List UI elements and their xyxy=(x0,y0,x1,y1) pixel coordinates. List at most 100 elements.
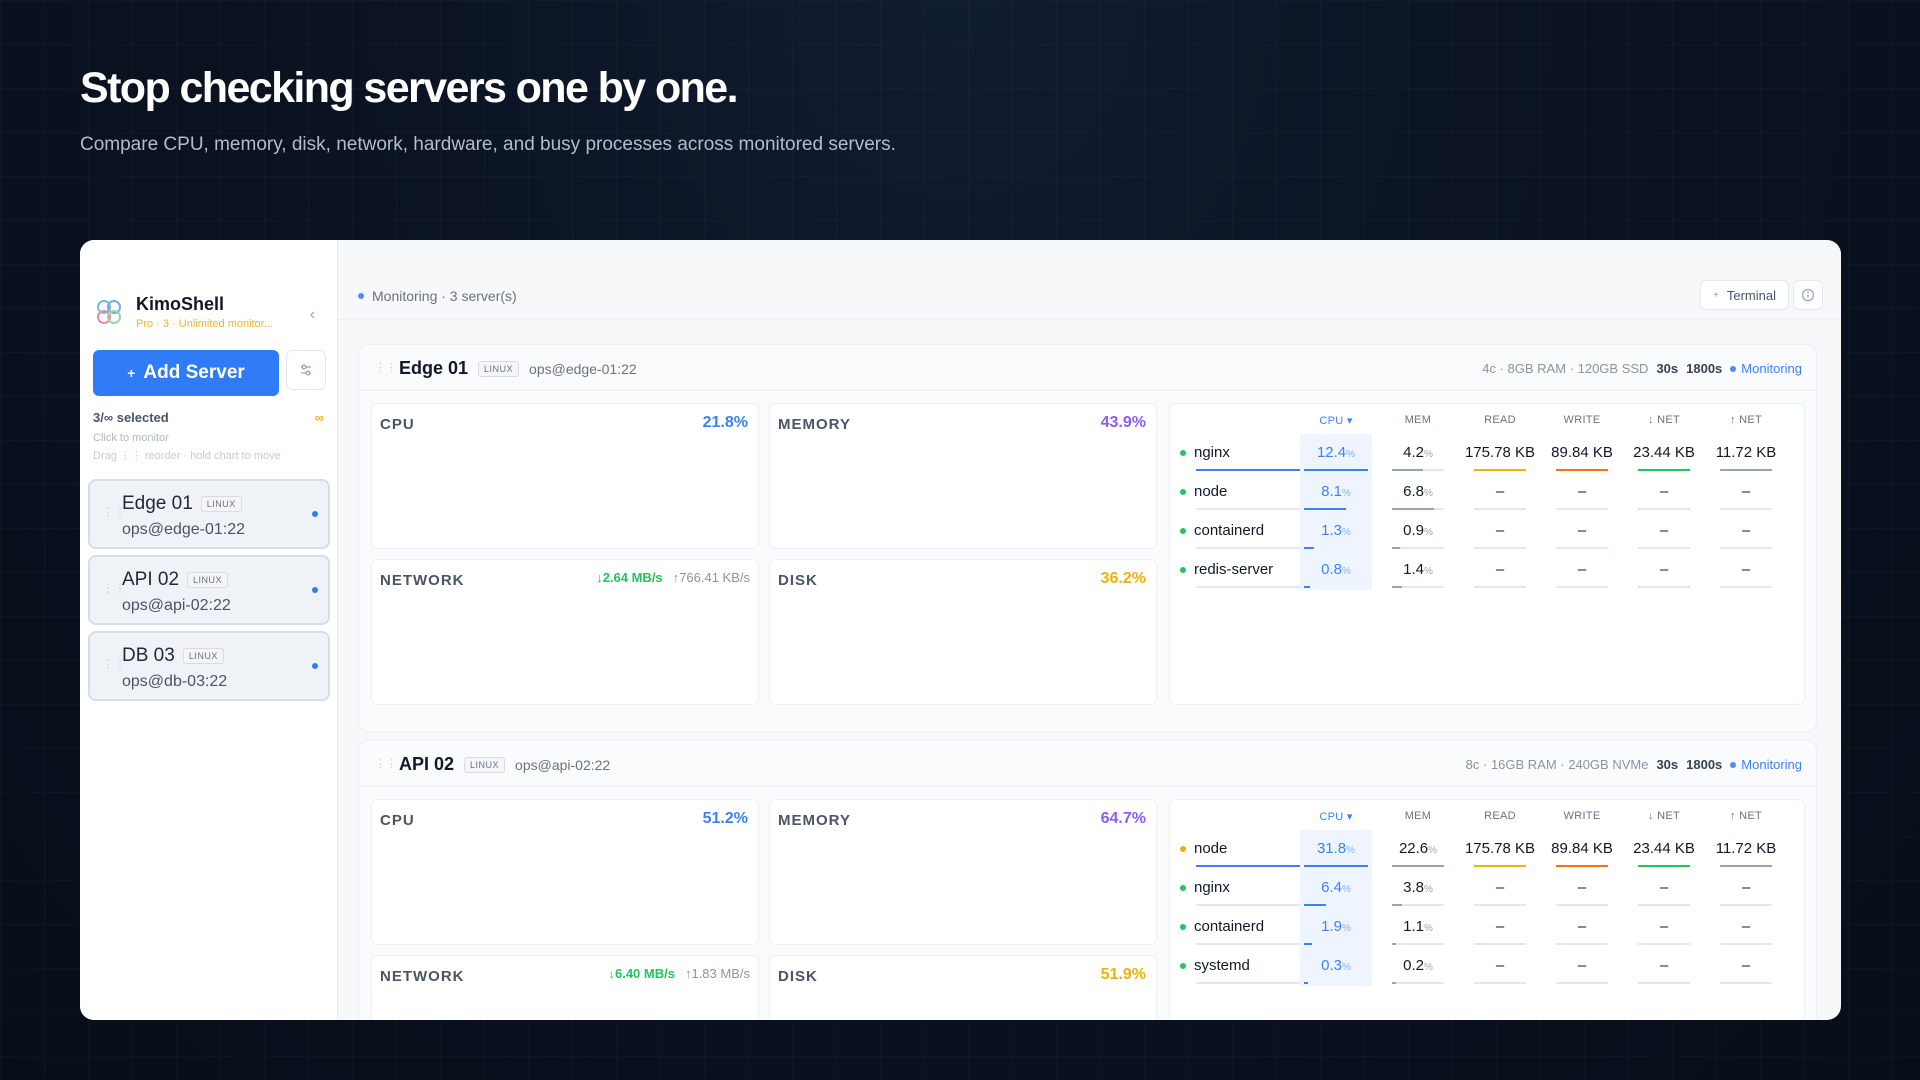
process-net-up: – xyxy=(1741,918,1751,935)
net-down-header[interactable]: ↓ NET xyxy=(1628,414,1700,426)
cpu-bar xyxy=(1304,469,1368,471)
process-mem: 4.2% xyxy=(1382,444,1454,461)
plus-icon: + xyxy=(127,365,136,381)
process-cpu-value: 8.1 xyxy=(1321,483,1342,500)
net-up-bar xyxy=(1720,586,1772,588)
process-row[interactable]: node 8.1% 6.8% – – – – xyxy=(1170,473,1804,513)
disk-panel[interactable]: DISK 36.2% xyxy=(769,559,1157,705)
net-up-bar xyxy=(1720,547,1772,549)
process-name-text: nginx xyxy=(1194,444,1230,461)
drag-handle-icon[interactable]: ⋮⋮ xyxy=(102,581,126,595)
process-row[interactable]: containerd 1.9% 1.1% – – – – xyxy=(1170,908,1804,948)
net-up-bar xyxy=(1720,904,1772,906)
drag-handle-icon[interactable]: ⋮⋮ xyxy=(375,361,397,374)
read-header[interactable]: READ xyxy=(1464,414,1536,426)
info-button[interactable] xyxy=(1793,280,1823,310)
server-card: ⋮⋮ Edge 01 LINUX ops@edge-01:22 4c · 8GB… xyxy=(358,344,1817,732)
process-name-text: node xyxy=(1194,840,1228,857)
process-write: – xyxy=(1577,918,1587,935)
process-write: – xyxy=(1577,483,1587,500)
net-down-bar xyxy=(1638,982,1690,984)
main-content: Monitoring · 3 server(s) + Terminal ⋮⋮ E… xyxy=(338,240,1841,1020)
window-setting[interactable]: 1800s xyxy=(1686,757,1722,772)
percent-unit: % xyxy=(1423,923,1433,934)
process-name: nginx xyxy=(1180,879,1308,896)
panel-label: NETWORK xyxy=(380,572,465,589)
process-table-header: CPU ▾ MEM READ WRITE ↓ NET ↑ NET xyxy=(1170,404,1804,434)
monitoring-badge: Monitoring xyxy=(1730,361,1802,376)
process-mem-value: 0.9 xyxy=(1403,522,1424,539)
network-panel[interactable]: NETWORK ↓6.40 MB/s ↑1.83 MB/s xyxy=(371,955,759,1020)
net-down-bar xyxy=(1638,547,1690,549)
process-mem-value: 1.1 xyxy=(1403,918,1424,935)
memory-panel[interactable]: MEMORY 43.9% xyxy=(769,403,1157,549)
process-row[interactable]: systemd 0.3% 0.2% – – – – xyxy=(1170,947,1804,987)
write-header[interactable]: WRITE xyxy=(1546,414,1618,426)
net-up-header[interactable]: ↑ NET xyxy=(1710,810,1782,822)
add-server-button[interactable]: + Add Server xyxy=(93,350,279,396)
process-net-up: 11.72 KB xyxy=(1715,840,1777,857)
server-name: API 02 xyxy=(122,569,180,590)
drag-handle-icon[interactable]: ⋮⋮ xyxy=(375,757,397,770)
window-setting[interactable]: 1800s xyxy=(1686,361,1722,376)
collapse-sidebar-icon[interactable]: ‹ xyxy=(310,306,315,324)
drag-handle-icon[interactable]: ⋮⋮ xyxy=(102,505,126,519)
panel-label: DISK xyxy=(778,968,818,985)
process-mem-value: 0.2 xyxy=(1403,957,1424,974)
net-down-rate: ↓2.64 MB/s xyxy=(596,570,663,585)
process-row[interactable]: node 31.8% 22.6% 175.78 KB 89.84 KB 23.4… xyxy=(1170,830,1804,870)
os-badge: LINUX xyxy=(464,756,506,773)
process-read: 175.78 KB xyxy=(1464,840,1536,857)
process-row[interactable]: nginx 6.4% 3.8% – – – – xyxy=(1170,869,1804,909)
process-cpu-value: 1.3 xyxy=(1321,522,1342,539)
sort-cpu-header[interactable]: CPU ▾ xyxy=(1300,810,1372,823)
server-name: API 02 xyxy=(399,754,455,774)
process-mem-value: 4.2 xyxy=(1403,444,1424,461)
process-read: – xyxy=(1495,561,1505,578)
process-cpu-value: 1.9 xyxy=(1321,918,1342,935)
net-up-header[interactable]: ↑ NET xyxy=(1710,414,1782,426)
drag-handle-icon[interactable]: ⋮⋮ xyxy=(102,657,126,671)
disk-panel[interactable]: DISK 51.9% xyxy=(769,955,1157,1020)
process-net-down: – xyxy=(1659,483,1669,500)
sort-cpu-header[interactable]: CPU ▾ xyxy=(1300,414,1372,427)
percent-unit: % xyxy=(1423,449,1433,460)
server-card: ⋮⋮ API 02 LINUX ops@api-02:22 8c · 16GB … xyxy=(358,740,1817,1020)
process-status-dot xyxy=(1180,489,1186,495)
server-item-api-02[interactable]: ⋮⋮ API 02 LINUX ops@api-02:22 xyxy=(88,555,330,625)
memory-panel[interactable]: MEMORY 64.7% xyxy=(769,799,1157,945)
process-cpu: 8.1% xyxy=(1300,483,1372,500)
server-item-edge-01[interactable]: ⋮⋮ Edge 01 LINUX ops@edge-01:22 xyxy=(88,479,330,549)
process-name: redis-server xyxy=(1180,561,1308,578)
cpu-panel[interactable]: CPU 51.2% xyxy=(371,799,759,945)
mem-header[interactable]: MEM xyxy=(1382,414,1454,426)
write-bar xyxy=(1556,865,1608,867)
server-ssh: ops@edge-01:22 xyxy=(122,521,245,538)
name-underline xyxy=(1196,469,1300,471)
interval-setting[interactable]: 30s xyxy=(1656,757,1678,772)
cpu-panel[interactable]: CPU 21.8% xyxy=(371,403,759,549)
mem-bar xyxy=(1392,904,1402,906)
process-net-up: – xyxy=(1741,483,1751,500)
server-item-db-03[interactable]: ⋮⋮ DB 03 LINUX ops@db-03:22 xyxy=(88,631,330,701)
brand-plan: Pro · 3 · Unlimited monitor... xyxy=(136,318,273,330)
net-down-header[interactable]: ↓ NET xyxy=(1628,810,1700,822)
write-header[interactable]: WRITE xyxy=(1546,810,1618,822)
hint-click: Click to monitor xyxy=(93,432,169,444)
process-row[interactable]: nginx 12.4% 4.2% 175.78 KB 89.84 KB 23.4… xyxy=(1170,434,1804,474)
app-window: KimoShell Pro · 3 · Unlimited monitor...… xyxy=(80,240,1841,1020)
process-name-text: systemd xyxy=(1194,957,1250,974)
mem-bar xyxy=(1392,943,1396,945)
mem-header[interactable]: MEM xyxy=(1382,810,1454,822)
net-down-bar xyxy=(1638,943,1690,945)
terminal-button[interactable]: + Terminal xyxy=(1700,280,1789,310)
read-header[interactable]: READ xyxy=(1464,810,1536,822)
hardware-spec: 8c · 16GB RAM · 240GB NVMe xyxy=(1465,757,1649,772)
process-row[interactable]: containerd 1.3% 0.9% – – – – xyxy=(1170,512,1804,552)
net-up-bar xyxy=(1720,469,1772,471)
filter-settings-button[interactable] xyxy=(286,350,326,390)
name-underline xyxy=(1196,904,1300,906)
network-panel[interactable]: NETWORK ↓2.64 MB/s ↑766.41 KB/s xyxy=(371,559,759,705)
interval-setting[interactable]: 30s xyxy=(1656,361,1678,376)
process-row[interactable]: redis-server 0.8% 1.4% – – – – xyxy=(1170,551,1804,591)
